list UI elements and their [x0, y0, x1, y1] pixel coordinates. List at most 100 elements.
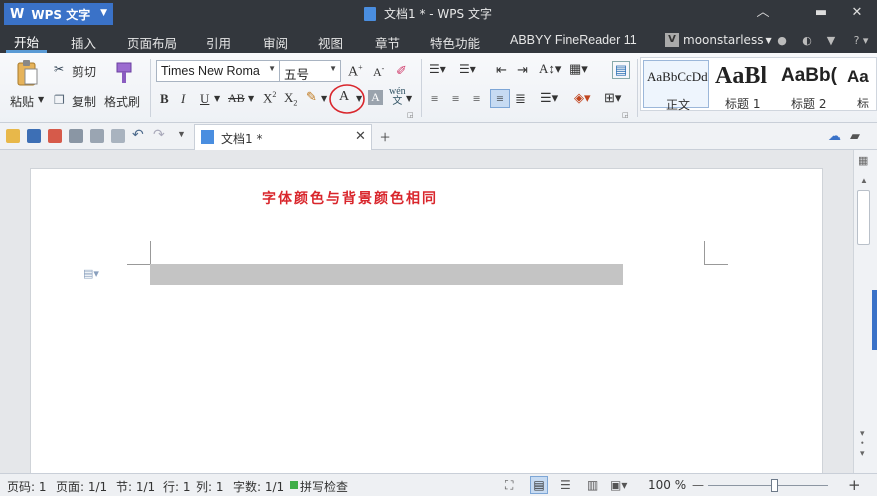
show-hide-marks-icon[interactable]: ▤ — [612, 61, 630, 79]
help-icon[interactable]: ? ▾ — [849, 34, 873, 48]
line-spacing-icon[interactable]: ☰▾ — [540, 90, 558, 106]
bullet-list-icon[interactable]: ☰▾ — [429, 62, 446, 77]
zoom-slider[interactable] — [708, 485, 828, 486]
page-view-icon[interactable]: ▤ — [530, 476, 548, 494]
tab-features[interactable]: 特色功能 — [430, 33, 480, 52]
print-preview-icon[interactable] — [90, 129, 104, 143]
tab-view[interactable]: 视图 — [318, 33, 343, 52]
divider — [637, 59, 638, 117]
numbered-list-icon[interactable]: ☰▾ — [459, 62, 476, 77]
app-menu-button[interactable]: W WPS 文字 ▼ — [4, 3, 113, 25]
redo-icon[interactable]: ↷ — [153, 127, 165, 144]
scroll-down-icon[interactable]: ▾ • ▾ — [860, 428, 865, 458]
scroll-thumb[interactable] — [857, 190, 870, 245]
cut-button[interactable]: 剪切 — [72, 63, 96, 80]
zoom-in-icon[interactable]: + — [848, 476, 861, 494]
selected-text-highlight[interactable] — [150, 264, 623, 285]
align-right-icon[interactable]: ≡ — [473, 91, 480, 107]
chevron-down-icon[interactable]: ▼ — [406, 94, 412, 103]
strikethrough-icon[interactable]: AB — [228, 91, 245, 106]
skin-shirt-icon[interactable]: ▼ — [824, 34, 838, 48]
underline-icon[interactable]: U — [200, 91, 209, 107]
scroll-up-icon[interactable]: ▲ — [860, 176, 868, 185]
align-left-icon[interactable]: ≡ — [431, 91, 438, 107]
justify-icon[interactable]: ≡ — [490, 89, 510, 108]
close-tab-icon[interactable]: ✕ — [355, 129, 366, 144]
paragraph-dialog-launcher[interactable]: ◲ — [622, 111, 629, 119]
user-account[interactable]: V moonstarless ▼ — [665, 33, 772, 47]
shading-icon[interactable]: ◈▾ — [574, 90, 591, 106]
minimize-button[interactable]: ▬ — [809, 4, 833, 22]
borders-icon[interactable]: ⊞▾ — [604, 90, 621, 106]
paragraph-handle-icon[interactable]: ▤▾ — [83, 267, 99, 280]
tab-insert[interactable]: 插入 — [71, 33, 96, 52]
tab-abbyy[interactable]: ABBYY FineReader 11 — [510, 33, 637, 47]
page-setup-icon[interactable] — [111, 129, 125, 143]
phonetic-guide-icon[interactable]: wén 文 — [389, 87, 406, 107]
distributed-icon[interactable]: ≣ — [515, 91, 526, 107]
format-painter-label[interactable]: 格式刷 — [104, 93, 140, 110]
italic-icon[interactable]: I — [181, 91, 185, 107]
table-icon[interactable]: ▦▾ — [569, 61, 588, 77]
vertical-scrollbar[interactable]: ▦ ▲ ▾ • ▾ — [853, 150, 877, 473]
font-name-select[interactable]: Times New Roma ▼ — [156, 60, 280, 82]
text-direction-icon[interactable]: A↕▾ — [539, 61, 561, 77]
style-heading-2[interactable]: AaBb( 标题 2 — [777, 60, 843, 111]
web-view-icon[interactable]: ▣▾ — [610, 478, 627, 492]
format-painter-button[interactable] — [113, 61, 135, 83]
chevron-down-icon[interactable]: ▼ — [248, 94, 254, 103]
open-folder-icon[interactable] — [6, 129, 20, 143]
increase-indent-icon[interactable]: ⇥ — [517, 62, 528, 78]
chevron-down-icon[interactable]: ▼ — [38, 95, 44, 104]
undo-icon[interactable]: ↶ — [132, 127, 144, 144]
zoom-level[interactable]: 100 % — [648, 478, 686, 492]
paste-label[interactable]: 粘贴 — [10, 93, 34, 110]
sync-icon[interactable]: ● — [775, 34, 789, 48]
document-page[interactable]: 字体颜色与背景颜色相同 ▤▾ — [30, 168, 823, 478]
tab-chapter[interactable]: 章节 — [375, 33, 400, 52]
fullscreen-icon[interactable]: ⛶ — [505, 478, 513, 493]
chevron-down-icon[interactable]: ▼ — [214, 94, 220, 103]
tab-review[interactable]: 审阅 — [263, 33, 288, 52]
font-dialog-launcher[interactable]: ◲ — [407, 111, 414, 119]
shrink-font-icon[interactable]: A- — [373, 64, 384, 80]
style-heading-1[interactable]: AaBl 标题 1 — [711, 60, 777, 111]
style-normal[interactable]: AaBbCcDd 正文 — [643, 60, 709, 112]
spellcheck-button[interactable]: 拼写检查 — [300, 478, 348, 495]
font-size-select[interactable]: 五号 ▼ — [279, 60, 341, 82]
save-icon[interactable] — [27, 129, 41, 143]
bold-icon[interactable]: B — [160, 91, 169, 107]
chevron-down-icon[interactable]: ▼ — [321, 94, 327, 103]
copy-button[interactable]: 复制 — [72, 93, 96, 110]
side-panel-toggle[interactable] — [872, 290, 877, 350]
grow-font-icon[interactable]: A+ — [348, 63, 363, 81]
ribbon-collapse-button[interactable]: ︿ — [751, 4, 775, 22]
tab-references[interactable]: 引用 — [206, 33, 231, 52]
status-col: 列: 1 — [196, 480, 224, 494]
superscript-icon[interactable]: X2 — [263, 90, 276, 106]
subscript-icon[interactable]: X2 — [284, 90, 297, 108]
close-button[interactable]: ✕ — [845, 4, 869, 22]
tab-home[interactable]: 开始 — [6, 30, 48, 53]
zoom-slider-handle[interactable] — [771, 479, 778, 492]
character-shading-icon[interactable]: A — [368, 90, 383, 105]
zoom-out-icon[interactable]: — — [692, 478, 704, 492]
decrease-indent-icon[interactable]: ⇤ — [496, 62, 507, 78]
cloud-icon[interactable]: ☁ — [828, 128, 841, 144]
align-center-icon[interactable]: ≡ — [452, 91, 459, 107]
document-tab[interactable]: 文档1 * ✕ — [194, 124, 372, 150]
reading-view-icon[interactable]: ▥ — [587, 478, 598, 492]
paste-button[interactable] — [15, 59, 39, 87]
print-icon[interactable] — [69, 129, 83, 143]
new-tab-icon[interactable]: + — [380, 127, 390, 148]
export-pdf-icon[interactable] — [48, 129, 62, 143]
ruler-toggle-icon[interactable]: ▦ — [858, 154, 868, 167]
customize-toolbar-icon[interactable]: ▼ — [177, 129, 186, 139]
highlight-icon[interactable]: ✎ — [306, 89, 317, 105]
help-circle-icon[interactable]: ◐ — [800, 34, 814, 48]
style-heading-3[interactable]: Aa 标 — [843, 60, 876, 108]
comment-icon[interactable]: ▰ — [850, 128, 860, 144]
outline-view-icon[interactable]: ☰ — [560, 478, 571, 492]
clear-format-icon[interactable]: ✐ — [396, 63, 407, 79]
tab-page-layout[interactable]: 页面布局 — [127, 33, 177, 52]
